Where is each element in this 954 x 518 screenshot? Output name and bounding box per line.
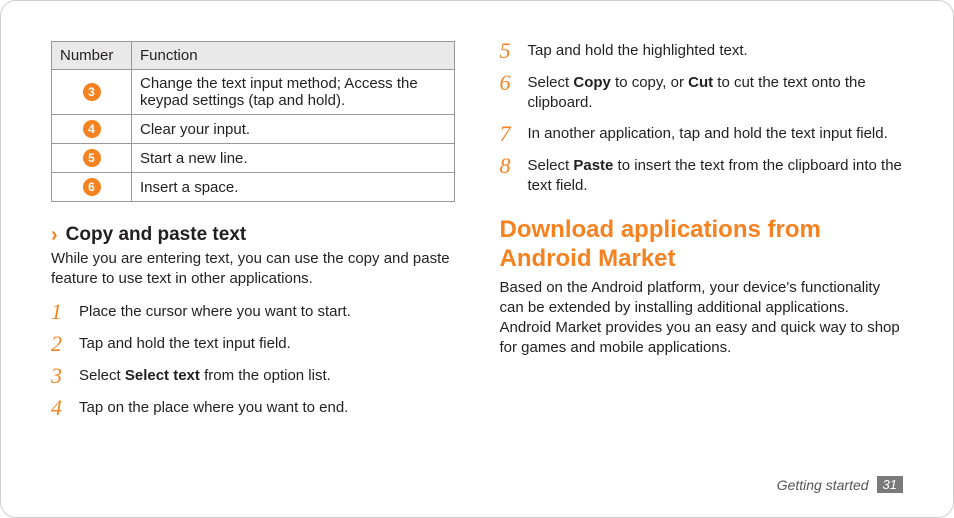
table-cell-number: 4 (52, 115, 132, 144)
table-cell-function: Change the text input method; Access the… (132, 70, 455, 115)
table-cell-function: Insert a space. (132, 173, 455, 202)
table-row: 6 Insert a space. (52, 173, 455, 202)
subsection-heading: › Copy and paste text (51, 224, 455, 246)
step-text: Tap and hold the text input field. (79, 334, 455, 354)
step-number: 6 (500, 72, 518, 94)
step-number: 7 (500, 123, 518, 145)
table-row: 5 Start a new line. (52, 144, 455, 173)
step-item: 4 Tap on the place where you want to end… (51, 398, 455, 420)
step-number: 1 (51, 301, 69, 323)
chapter-name: Getting started (777, 477, 869, 493)
step-item: 7 In another application, tap and hold t… (500, 124, 904, 146)
steps-left: 1 Place the cursor where you want to sta… (51, 302, 455, 420)
numbered-badge: 5 (83, 149, 101, 167)
page-footer: Getting started 31 (777, 476, 903, 493)
step-item: 5 Tap and hold the highlighted text. (500, 41, 904, 63)
table-header-function: Function (132, 42, 455, 70)
two-column-layout: Number Function 3 Change the text input … (51, 41, 903, 461)
step-text: Place the cursor where you want to start… (79, 302, 455, 322)
table-header-row: Number Function (52, 42, 455, 70)
page-number: 31 (877, 476, 903, 493)
numbered-badge: 6 (83, 178, 101, 196)
section-paragraph: Based on the Android platform, your devi… (500, 278, 904, 359)
function-table: Number Function 3 Change the text input … (51, 41, 455, 202)
subsection-title: Copy and paste text (66, 224, 247, 246)
chevron-right-icon: › (51, 225, 58, 245)
table-cell-number: 6 (52, 173, 132, 202)
step-number: 4 (51, 397, 69, 419)
table-cell-number: 3 (52, 70, 132, 115)
step-item: 3 Select Select text from the option lis… (51, 366, 455, 388)
step-text: Select Paste to insert the text from the… (528, 156, 904, 197)
step-text: Tap on the place where you want to end. (79, 398, 455, 418)
numbered-badge: 4 (83, 120, 101, 138)
step-text: Tap and hold the highlighted text. (528, 41, 904, 61)
table-header-number: Number (52, 42, 132, 70)
step-text: In another application, tap and hold the… (528, 124, 904, 144)
table-cell-function: Start a new line. (132, 144, 455, 173)
table-row: 3 Change the text input method; Access t… (52, 70, 455, 115)
step-text: Select Copy to copy, or Cut to cut the t… (528, 73, 904, 114)
table-cell-function: Clear your input. (132, 115, 455, 144)
step-item: 2 Tap and hold the text input field. (51, 334, 455, 356)
step-number: 5 (500, 40, 518, 62)
table-cell-number: 5 (52, 144, 132, 173)
step-item: 8 Select Paste to insert the text from t… (500, 156, 904, 197)
step-number: 8 (500, 155, 518, 177)
step-number: 2 (51, 333, 69, 355)
numbered-badge: 3 (83, 83, 101, 101)
step-number: 3 (51, 365, 69, 387)
step-item: 6 Select Copy to copy, or Cut to cut the… (500, 73, 904, 114)
steps-right: 5 Tap and hold the highlighted text. 6 S… (500, 41, 904, 196)
step-text: Select Select text from the option list. (79, 366, 455, 386)
section-heading: Download applications from Android Marke… (500, 216, 904, 274)
subsection-paragraph: While you are entering text, you can use… (51, 249, 455, 290)
right-column: 5 Tap and hold the highlighted text. 6 S… (500, 41, 904, 461)
step-item: 1 Place the cursor where you want to sta… (51, 302, 455, 324)
table-row: 4 Clear your input. (52, 115, 455, 144)
left-column: Number Function 3 Change the text input … (51, 41, 455, 461)
